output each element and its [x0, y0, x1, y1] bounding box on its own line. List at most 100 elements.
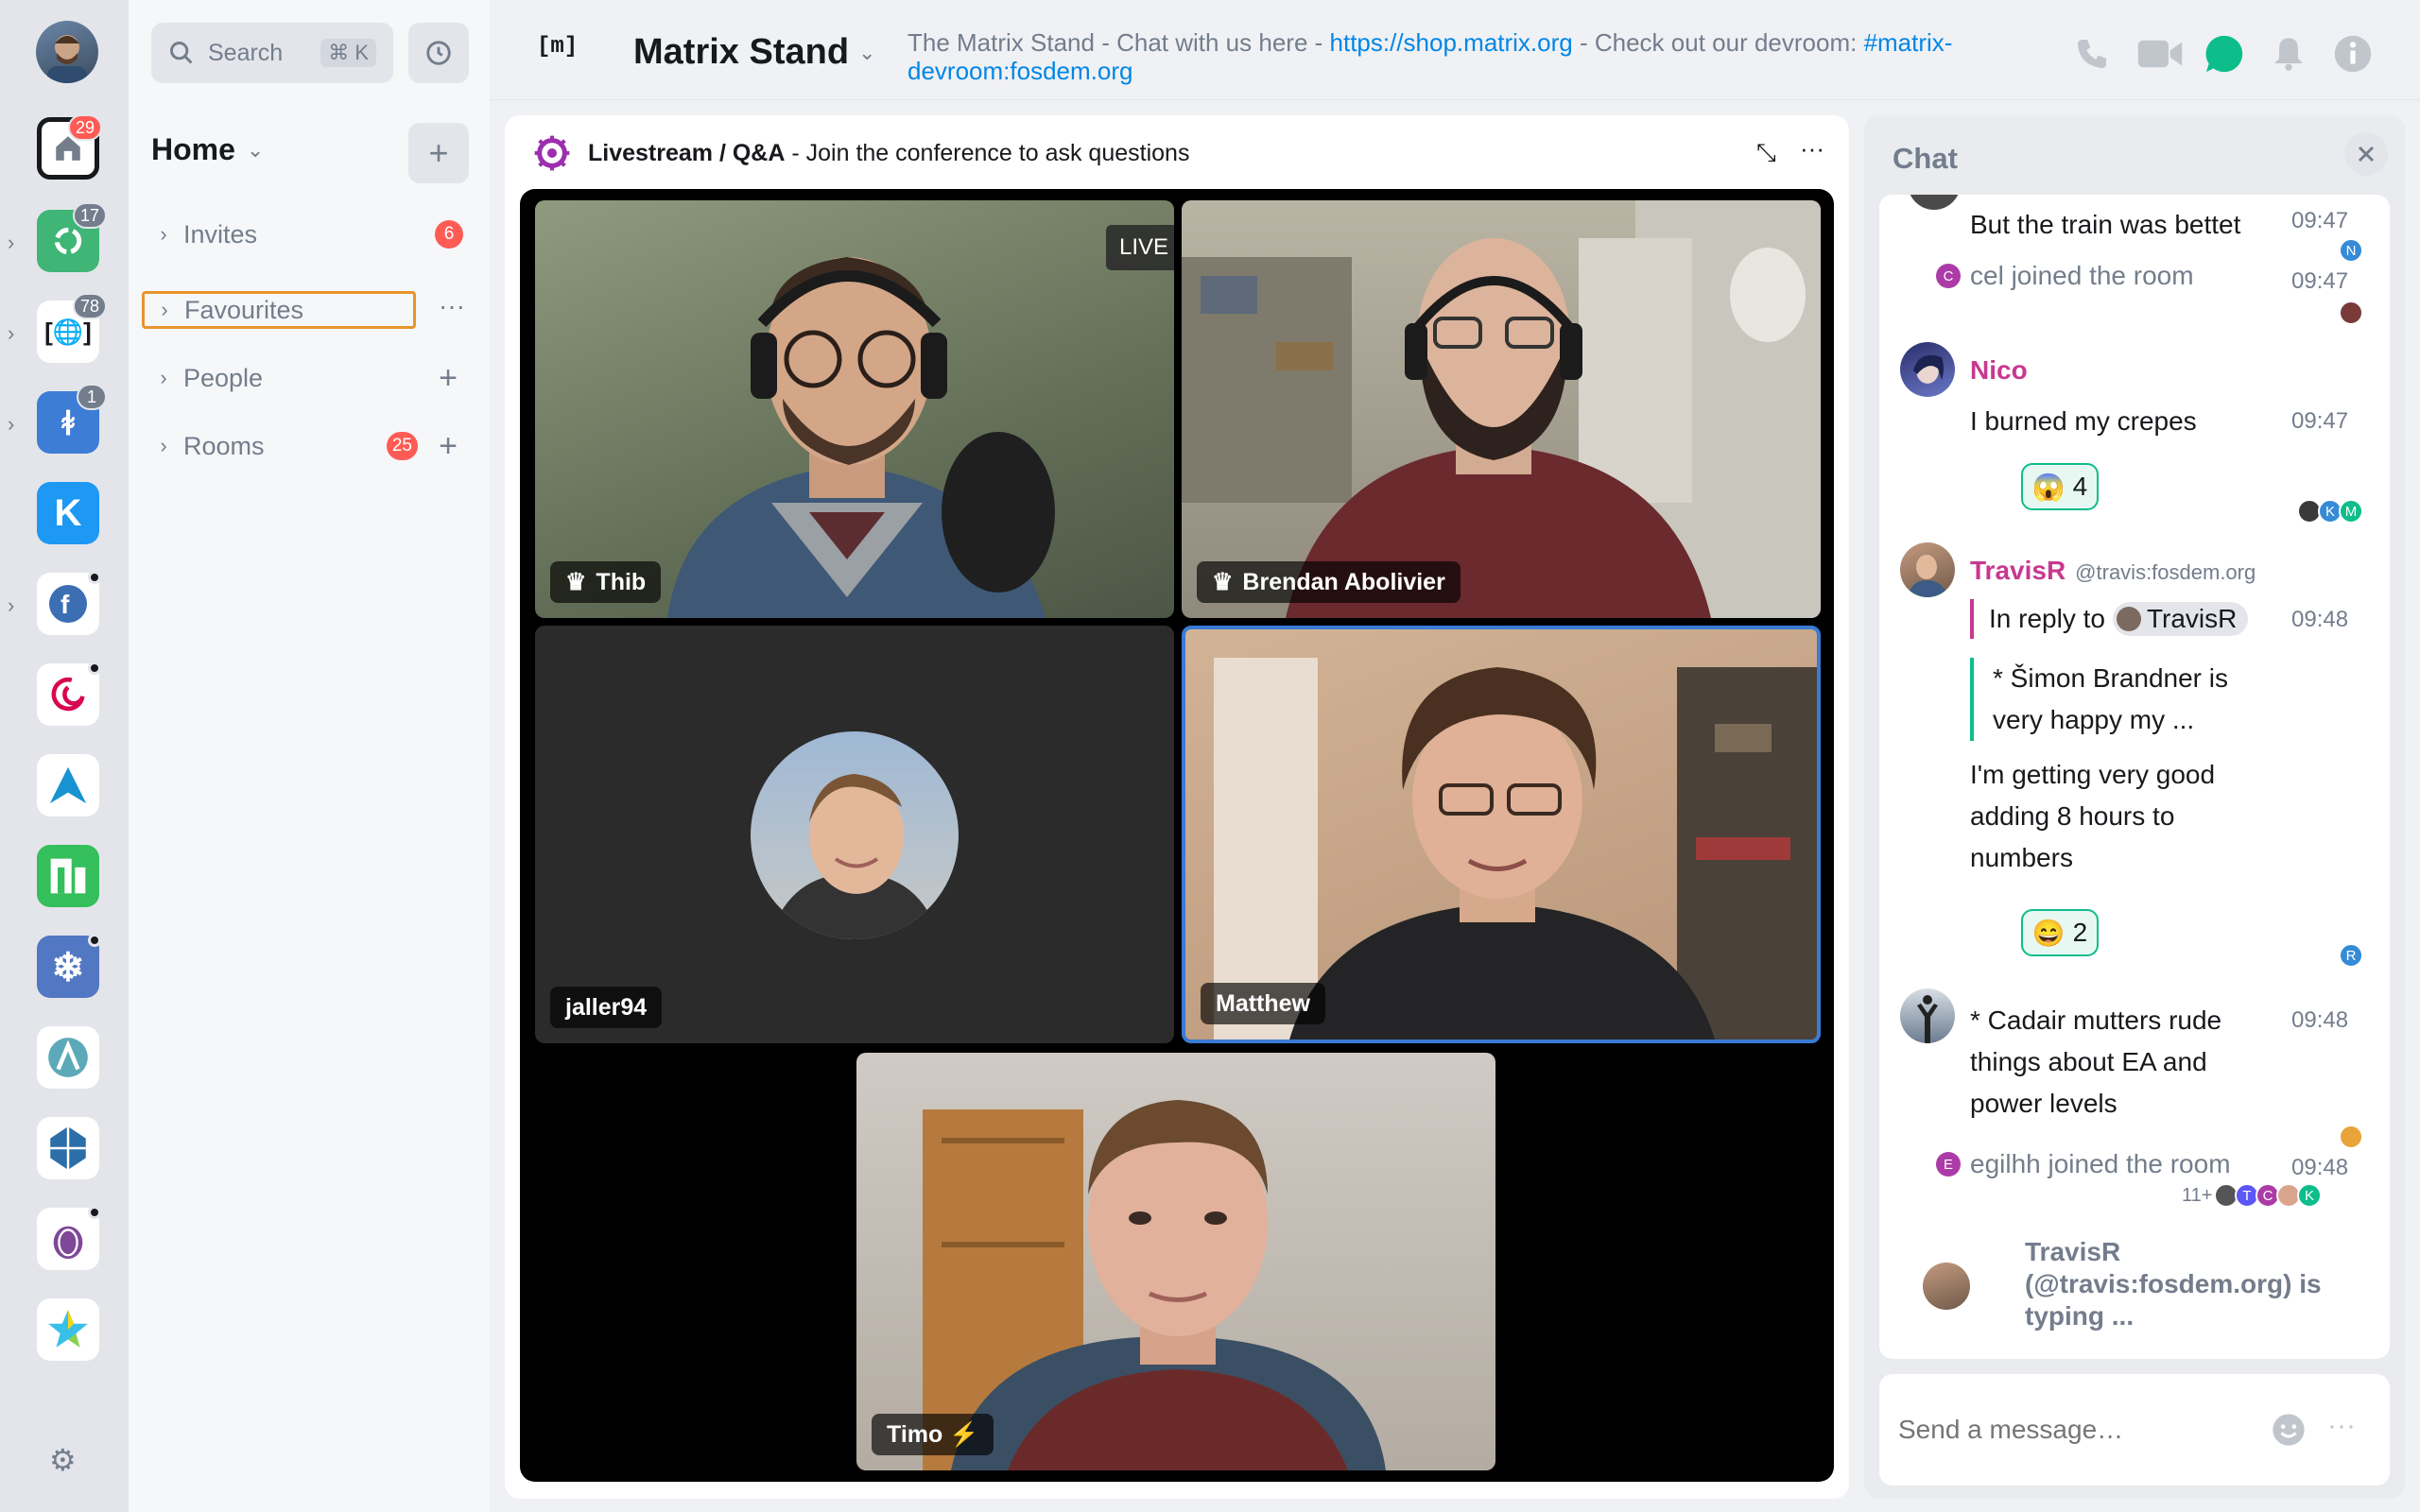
space-tor[interactable] — [37, 1206, 101, 1270]
space-manjaro[interactable] — [37, 845, 99, 907]
space-fosdem[interactable]: [🌐] 78 — [37, 293, 107, 363]
reply-pill[interactable]: TravisR — [2112, 602, 2249, 636]
typing-indicator: TravisR (@travis:fosdem.org) is typing .… — [2025, 1237, 2322, 1331]
more-options-icon[interactable]: ··· — [2327, 1410, 2356, 1442]
read-receipt-overflow: 11+ — [2182, 1185, 2213, 1206]
message-timestamp: 09:48 — [2291, 1155, 2349, 1180]
call-options-icon[interactable]: ··· — [1800, 134, 1824, 163]
space-misc[interactable] — [37, 1298, 99, 1361]
gnome-foot-icon: ꬸ — [61, 406, 75, 442]
room-topic[interactable]: The Matrix Stand - Chat with us here - h… — [908, 28, 1976, 85]
notifications-button[interactable] — [2267, 32, 2310, 76]
video-feed — [923, 1100, 1386, 1470]
expand-space-chevron-icon[interactable]: › — [8, 412, 14, 437]
bell-icon — [2274, 38, 2303, 71]
sender-avatar[interactable] — [1900, 988, 1955, 1043]
call-header: Livestream / Q&A - Join the conference t… — [533, 134, 1189, 172]
read-receipt-avatar: K — [2297, 1183, 2322, 1208]
section-rooms[interactable]: › Rooms 25 + — [149, 427, 471, 465]
message-body[interactable]: I'm getting very good adding 8 hours to … — [1970, 754, 2254, 879]
favourites-options-icon[interactable]: ··· — [439, 291, 465, 321]
space-fedora[interactable]: f — [37, 571, 101, 635]
participant-name: Thib — [596, 568, 647, 595]
close-chat-button[interactable] — [2344, 132, 2388, 176]
reaction-pill[interactable]: 😱 4 — [2021, 463, 2099, 510]
home-space-button[interactable]: 29 — [37, 114, 102, 180]
room-name-dropdown[interactable]: Matrix Stand ⌄ — [633, 32, 875, 73]
start-chat-plus-icon[interactable]: + — [439, 360, 458, 397]
explore-rooms-button[interactable] — [408, 23, 469, 83]
video-call-button[interactable] — [2135, 32, 2186, 76]
expand-space-chevron-icon[interactable]: › — [8, 231, 14, 255]
room-avatar[interactable]: [m] — [537, 34, 578, 72]
user-avatar[interactable] — [36, 21, 98, 83]
sender-avatar[interactable] — [1900, 342, 1955, 397]
chevron-down-icon: ⌄ — [246, 137, 265, 162]
notification-dot — [88, 1206, 101, 1219]
threads-button[interactable] — [2201, 30, 2248, 77]
chevron-right-icon: › — [160, 434, 167, 457]
tor-onion-icon — [53, 1226, 83, 1260]
space-gnome[interactable]: ꬸ 1 — [37, 384, 107, 454]
section-label: Favourites — [184, 295, 304, 324]
member-avatar: E — [1936, 1152, 1961, 1177]
space-arch[interactable] — [37, 754, 99, 816]
message-timestamp: 09:47 — [2291, 208, 2349, 233]
close-icon — [2358, 146, 2375, 163]
rooms-count-badge: 25 — [386, 432, 418, 460]
space-nixos[interactable]: ❄ — [37, 934, 101, 998]
space-element[interactable] — [37, 1117, 99, 1179]
quoted-message[interactable]: * Šimon Brandner is very happy my ... — [1970, 658, 2244, 741]
participant-tile[interactable]: jaller94 — [535, 626, 1174, 1043]
emoji-picker-button[interactable] — [2267, 1408, 2310, 1452]
space-arco[interactable] — [37, 1026, 99, 1089]
participant-tile[interactable]: Timo ⚡ — [856, 1053, 1495, 1470]
message-body[interactable]: But the train was bettet — [1970, 204, 2240, 246]
sender-name[interactable]: Nico — [1970, 355, 2028, 386]
section-people[interactable]: › People + — [149, 359, 471, 397]
reaction-pill[interactable]: 😄 2 — [2021, 909, 2099, 956]
section-favourites[interactable]: › Favourites — [142, 291, 416, 329]
section-invites[interactable]: › Invites 6 — [149, 215, 471, 253]
chevron-right-icon: › — [160, 222, 167, 246]
reaction-emoji: 😱 — [2031, 472, 2066, 502]
add-room-plus-icon[interactable]: + — [439, 428, 458, 465]
message-timestamp: 09:47 — [2291, 408, 2349, 434]
message-input[interactable] — [1896, 1408, 2256, 1452]
pill-name: TravisR — [2146, 604, 2238, 633]
expand-space-chevron-icon[interactable]: › — [8, 593, 14, 618]
space-kde[interactable]: K — [37, 482, 99, 544]
notification-dot — [88, 934, 101, 947]
space-debian[interactable] — [37, 662, 101, 726]
event-text: cel joined the room — [1970, 261, 2194, 290]
topic-link-shop[interactable]: https://shop.matrix.org — [1330, 28, 1573, 57]
participant-tile[interactable]: ♛ Thib LIVE — [535, 200, 1174, 618]
section-label: People — [183, 363, 264, 392]
read-receipt-avatar: N — [2339, 238, 2363, 263]
add-room-button[interactable]: + — [408, 123, 469, 183]
voice-call-button[interactable] — [2070, 32, 2114, 76]
pill-avatar — [2116, 607, 2141, 631]
fosdem-logo-icon: [🌐] — [44, 317, 92, 346]
participant-tile[interactable]: Matthew — [1182, 626, 1821, 1043]
reaction-emoji: 😄 — [2031, 918, 2066, 948]
participant-tile[interactable]: ♛ Brendan Abolivier — [1182, 200, 1821, 618]
sender-name[interactable]: TravisR — [1970, 556, 2066, 586]
reply-prefix: In reply to — [1989, 604, 2105, 633]
home-header[interactable]: Home ⌄ — [151, 132, 264, 167]
search-button[interactable]: Search ⌘ K — [151, 23, 393, 83]
notification-dot — [88, 662, 101, 675]
expand-space-chevron-icon[interactable]: › — [8, 321, 14, 346]
settings-icon[interactable]: ⚙ — [49, 1442, 77, 1478]
message-body[interactable]: I burned my crepes — [1970, 401, 2197, 442]
room-info-button[interactable] — [2331, 32, 2375, 76]
sender-avatar — [1908, 195, 1961, 210]
minimize-call-icon[interactable]: ⤡ — [1756, 138, 1776, 168]
participant-name: Matthew — [1216, 989, 1310, 1017]
message-timestamp: 09:48 — [2291, 1007, 2349, 1033]
reply-header[interactable]: In reply to TravisR — [1970, 599, 2249, 639]
participant-avatar — [751, 731, 959, 939]
message-body[interactable]: * Cadair mutters rude things about EA an… — [1970, 1000, 2254, 1125]
sender-avatar[interactable] — [1900, 542, 1955, 597]
space-matrix[interactable]: 17 — [37, 202, 107, 272]
